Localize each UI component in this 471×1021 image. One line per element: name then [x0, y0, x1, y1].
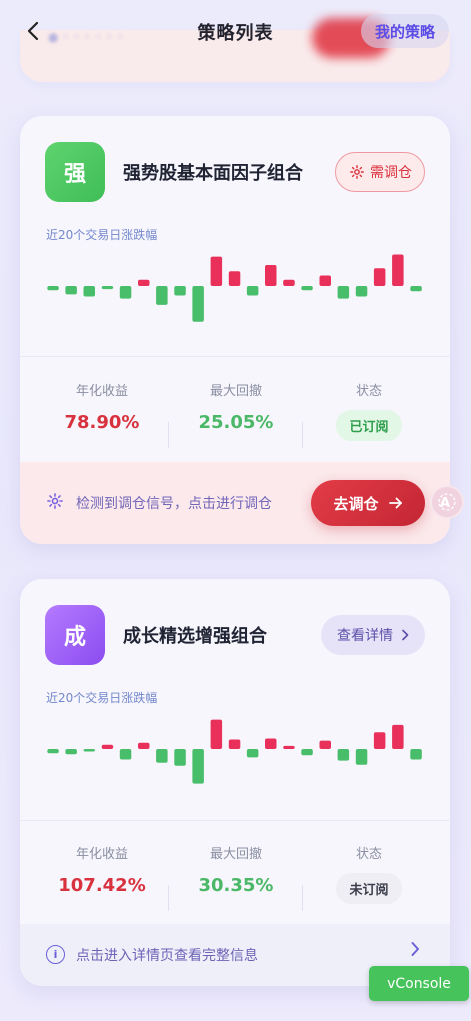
change-bar: [410, 286, 422, 292]
change-bar: [392, 254, 404, 286]
max-drawdown-label: 最大回撤: [209, 847, 262, 862]
change-bar: [373, 268, 386, 286]
change-bar: [83, 286, 95, 297]
change-bar: [83, 749, 95, 752]
max-drawdown-value: 25.05%: [198, 412, 274, 433]
strategy-list-page: ● ◦ ◦ ◦ ◦ ◦ ◦ 策略列表 我的策略 强 强势股基本面因子组合 需调仓…: [0, 0, 471, 1021]
change-bar: [319, 275, 331, 286]
arrow-right-icon: [388, 497, 402, 509]
translate-icon: A: [438, 493, 456, 511]
strategy-title: 强势股基本面因子组合: [123, 163, 303, 184]
change-bar: [283, 279, 295, 286]
svg-text:A: A: [440, 496, 450, 511]
change-bar: [119, 749, 132, 760]
change-bar: [337, 749, 350, 761]
go-rebalance-button[interactable]: 去调仓: [311, 480, 425, 526]
annual-return-value: 78.90%: [64, 412, 140, 433]
change-bar: [138, 742, 150, 749]
change-bar: [301, 286, 313, 291]
divider: [20, 356, 450, 357]
change-bar: [410, 749, 422, 760]
max-drawdown-value: 30.35%: [198, 875, 274, 896]
annual-return-value: 107.42%: [58, 875, 146, 896]
strategy-card[interactable]: 成 成长精选增强组合 查看详情 近20个交易日涨跌幅 年化收益 107.42% …: [20, 579, 450, 986]
change-bar: [355, 749, 368, 765]
change-bar: [373, 732, 386, 749]
change-bar: [138, 279, 150, 286]
change-bar: [283, 745, 295, 749]
change-bar: [228, 739, 241, 749]
info-icon: i: [46, 945, 65, 964]
rebalance-signal-bar[interactable]: 检测到调仓信号，点击进行调仓 去调仓: [20, 462, 450, 544]
back-button[interactable]: [18, 16, 48, 46]
change-bar: [101, 744, 114, 749]
change-bar: [119, 286, 132, 299]
status-label: 状态: [355, 847, 382, 862]
status-badge: 未订阅: [336, 873, 402, 904]
change-bar: [246, 286, 259, 296]
change-bar: [65, 286, 77, 295]
max-drawdown-stat: 最大回撤 25.05%: [166, 380, 306, 433]
annual-return-stat: 年化收益 78.90%: [32, 380, 172, 433]
status-stat: 状态 已订阅: [299, 380, 439, 441]
strategy-card[interactable]: 强 强势股基本面因子组合 需调仓 近20个交易日涨跌幅 年化收益 78.90%: [20, 116, 450, 544]
translate-float-icon[interactable]: A: [430, 485, 464, 519]
stats-row: 年化收益 107.42% 最大回撤 30.35% 状态 未订阅: [20, 843, 450, 933]
change-bar: [319, 740, 331, 749]
change-bar: [337, 286, 350, 299]
change-bar: [65, 749, 77, 755]
max-drawdown-stat: 最大回撤 30.35%: [166, 843, 306, 896]
daily-change-chart: [47, 719, 422, 784]
change-bar: [101, 286, 114, 290]
status-label: 状态: [355, 384, 382, 399]
change-bar: [174, 749, 186, 766]
vconsole-button[interactable]: vConsole: [369, 966, 469, 1001]
chevron-right-icon: [402, 629, 409, 641]
daily-change-chart: [47, 254, 422, 322]
change-bar: [265, 265, 277, 286]
change-bar: [192, 286, 204, 322]
change-bar: [355, 286, 368, 297]
status-stat: 状态 未订阅: [299, 843, 439, 904]
chevron-right-icon: [411, 942, 419, 956]
change-bar: [156, 286, 168, 305]
change-bar: [246, 749, 259, 758]
strategy-badge: 成: [45, 605, 105, 665]
my-strategy-button[interactable]: 我的策略: [360, 14, 449, 48]
change-bar: [301, 749, 313, 756]
go-rebalance-label: 去调仓: [333, 494, 379, 513]
view-details-button[interactable]: 查看详情: [321, 615, 425, 655]
change-bar: [265, 738, 277, 749]
change-bar: [228, 271, 241, 286]
annual-return-stat: 年化收益 107.42%: [32, 843, 172, 896]
change-bar: [210, 256, 223, 286]
page-title: 策略列表: [197, 23, 274, 44]
view-details-label: 查看详情: [337, 628, 393, 644]
annual-return-label: 年化收益: [75, 384, 128, 399]
stats-row: 年化收益 78.90% 最大回撤 25.05% 状态 已订阅: [20, 380, 450, 470]
annual-return-label: 年化收益: [75, 847, 128, 862]
sun-signal-icon: [350, 165, 364, 179]
change-bar: [47, 286, 59, 291]
change-bar: [392, 724, 404, 749]
rebalance-signal-text: 检测到调仓信号，点击进行调仓: [76, 496, 272, 512]
divider: [20, 820, 450, 821]
needs-rebalance-label: 需调仓: [370, 165, 412, 181]
change-bar: [174, 286, 186, 296]
strategy-badge: 强: [45, 142, 105, 202]
change-bar: [210, 719, 223, 749]
change-bar: [156, 749, 168, 763]
change-bar: [47, 749, 59, 754]
details-hint-text: 点击进入详情页查看完整信息: [76, 948, 258, 964]
needs-rebalance-pill[interactable]: 需调仓: [335, 152, 425, 192]
top-nav-bar: 策略列表 我的策略: [0, 0, 471, 64]
chevron-left-icon: [27, 21, 39, 41]
signal-icon: [47, 493, 63, 509]
max-drawdown-label: 最大回撤: [209, 384, 262, 399]
status-badge: 已订阅: [336, 410, 402, 441]
strategy-title: 成长精选增强组合: [123, 626, 267, 647]
change-bar: [192, 749, 204, 784]
